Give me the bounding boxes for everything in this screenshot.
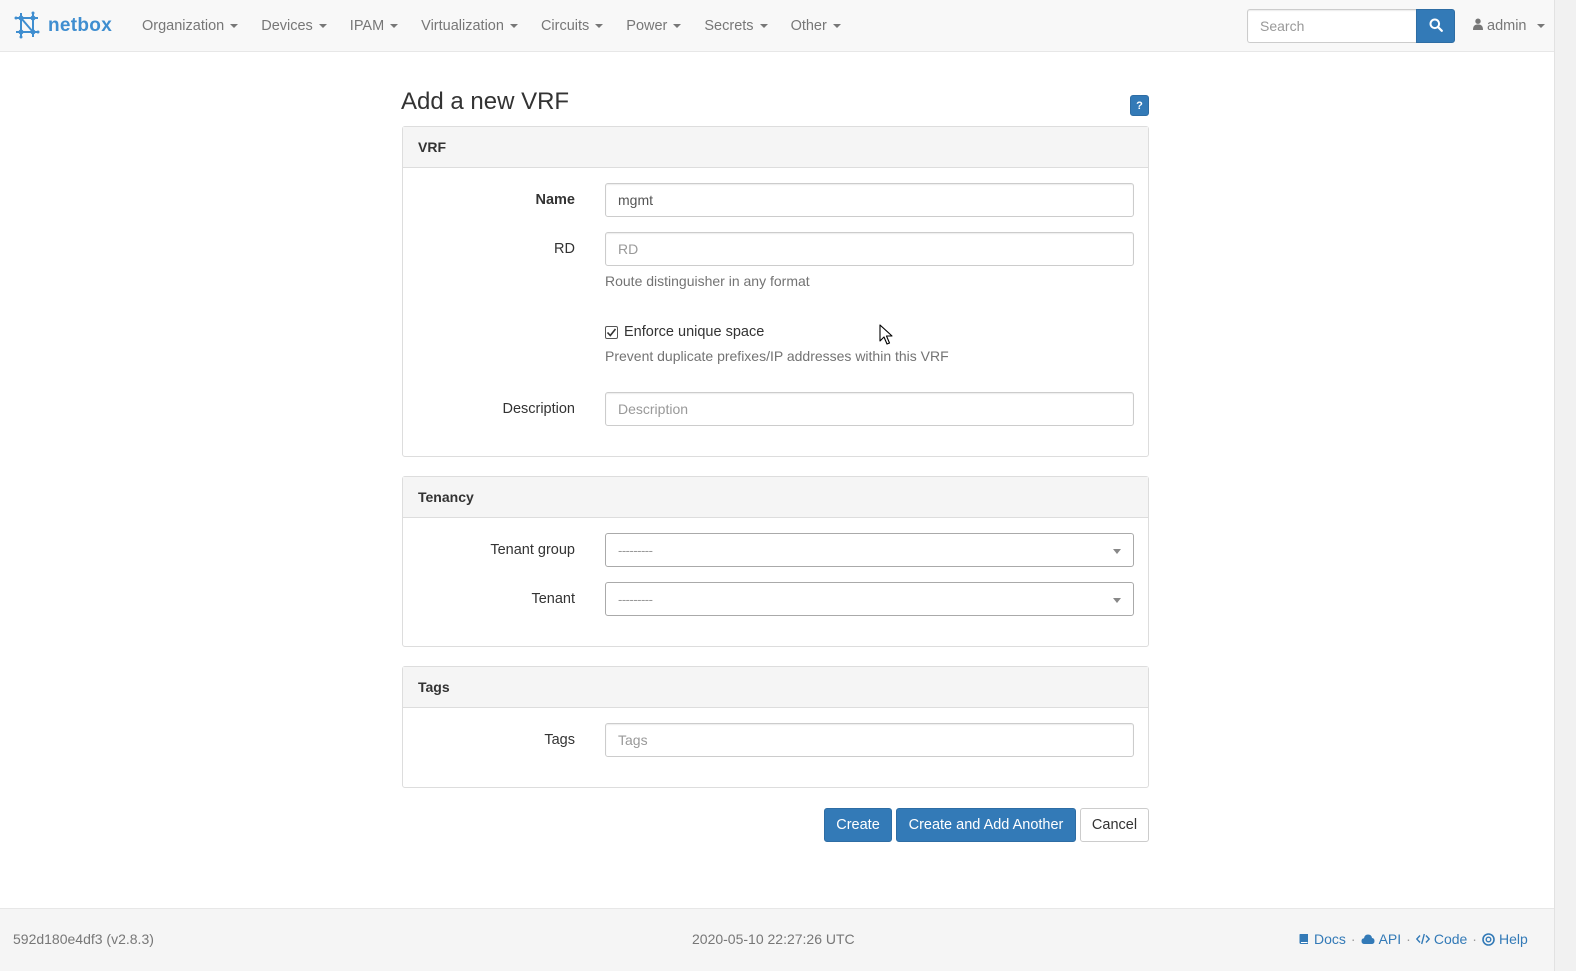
footer: 592d180e4df3 (v2.8.3) 2020-05-10 22:27:2… (0, 908, 1554, 971)
rd-label: RD (554, 241, 575, 257)
nav-ipam[interactable]: IPAM (339, 0, 410, 52)
username: admin (1487, 18, 1527, 34)
caret-down-icon (1536, 24, 1545, 28)
footer-version: 592d180e4df3 (v2.8.3) (13, 931, 154, 947)
code-link[interactable]: Code (1415, 931, 1467, 947)
caret-down-icon (390, 24, 399, 28)
user-icon (1473, 18, 1483, 34)
tenancy-panel: Tenancy Tenant group --------- Tenant --… (402, 476, 1149, 647)
nav-organization[interactable]: Organization (131, 0, 250, 52)
brand-logo-link[interactable]: netbox (12, 11, 112, 41)
code-icon (1415, 933, 1430, 945)
footer-timestamp: 2020-05-10 22:27:26 UTC (692, 931, 855, 947)
question-icon: ? (1136, 99, 1143, 112)
netbox-logo-icon (12, 10, 42, 43)
tenancy-panel-heading: Tenancy (403, 477, 1148, 518)
caret-down-icon (509, 24, 518, 28)
tags-panel-heading: Tags (403, 667, 1148, 708)
caret-down-icon (673, 24, 682, 28)
page: netbox Organization Devices IPAM Virtual… (0, 0, 1576, 971)
cancel-button[interactable]: Cancel (1080, 808, 1149, 842)
help-button[interactable]: ? (1130, 95, 1149, 116)
nav-power[interactable]: Power (615, 0, 693, 52)
nav-devices[interactable]: Devices (250, 0, 339, 52)
description-input[interactable] (605, 392, 1134, 426)
tags-panel: Tags Tags (402, 666, 1149, 788)
nav-circuits[interactable]: Circuits (530, 0, 615, 52)
help-link[interactable]: Help (1482, 931, 1528, 947)
create-and-add-another-button[interactable]: Create and Add Another (896, 808, 1076, 842)
tags-input[interactable] (605, 723, 1134, 757)
dropdown-arrow-icon (1113, 598, 1121, 603)
name-input[interactable] (605, 183, 1134, 217)
main-nav-menu: Organization Devices IPAM Virtualization… (131, 0, 853, 52)
brand-name: netbox (48, 15, 113, 36)
page-title: Add a new VRF (401, 88, 570, 115)
global-search-input[interactable] (1247, 9, 1416, 43)
api-link[interactable]: API (1361, 931, 1401, 947)
nav-other[interactable]: Other (780, 0, 853, 52)
book-icon (1299, 934, 1308, 944)
tenant-group-select[interactable]: --------- (605, 533, 1134, 567)
tenant-selected-value: --------- (618, 591, 653, 607)
mouse-cursor-icon (879, 324, 893, 349)
docs-link[interactable]: Docs (1298, 931, 1346, 947)
caret-down-icon (759, 24, 768, 28)
name-label: Name (535, 192, 576, 208)
search-button[interactable] (1416, 9, 1455, 43)
global-search-form (1247, 9, 1455, 43)
enforce-unique-help-text: Prevent duplicate prefixes/IP addresses … (605, 348, 949, 364)
enforce-unique-checkbox[interactable] (605, 325, 618, 339)
tenant-group-selected-value: --------- (618, 542, 653, 558)
vrf-panel: VRF Name RD Route distinguisher in any f… (402, 126, 1149, 457)
tags-label: Tags (544, 732, 575, 748)
rd-help-text: Route distinguisher in any format (605, 273, 810, 289)
nav-secrets[interactable]: Secrets (693, 0, 779, 52)
description-label: Description (502, 401, 575, 417)
tenant-group-label: Tenant group (490, 542, 575, 558)
create-button[interactable]: Create (824, 808, 892, 842)
vrf-panel-heading: VRF (403, 127, 1148, 168)
lifebuoy-icon (1482, 932, 1495, 946)
tenant-label: Tenant (531, 591, 575, 607)
caret-down-icon (595, 24, 604, 28)
rd-input[interactable] (605, 232, 1134, 266)
tenant-select[interactable]: --------- (605, 582, 1134, 616)
footer-links: Docs · API · Code · Help (1298, 931, 1528, 947)
user-menu-dropdown[interactable]: admin (1473, 0, 1545, 52)
dropdown-arrow-icon (1113, 549, 1121, 554)
vertical-scrollbar[interactable] (1554, 0, 1576, 971)
search-icon (1429, 18, 1443, 35)
enforce-unique-label[interactable]: Enforce unique space (624, 324, 764, 340)
cloud-icon (1361, 934, 1375, 944)
checkmark-icon (606, 328, 617, 337)
caret-down-icon (832, 24, 841, 28)
caret-down-icon (230, 24, 239, 28)
nav-virtualization[interactable]: Virtualization (410, 0, 530, 52)
enforce-unique-control: Enforce unique space (605, 324, 764, 340)
top-navbar: netbox Organization Devices IPAM Virtual… (0, 0, 1554, 52)
caret-down-icon (318, 24, 327, 28)
